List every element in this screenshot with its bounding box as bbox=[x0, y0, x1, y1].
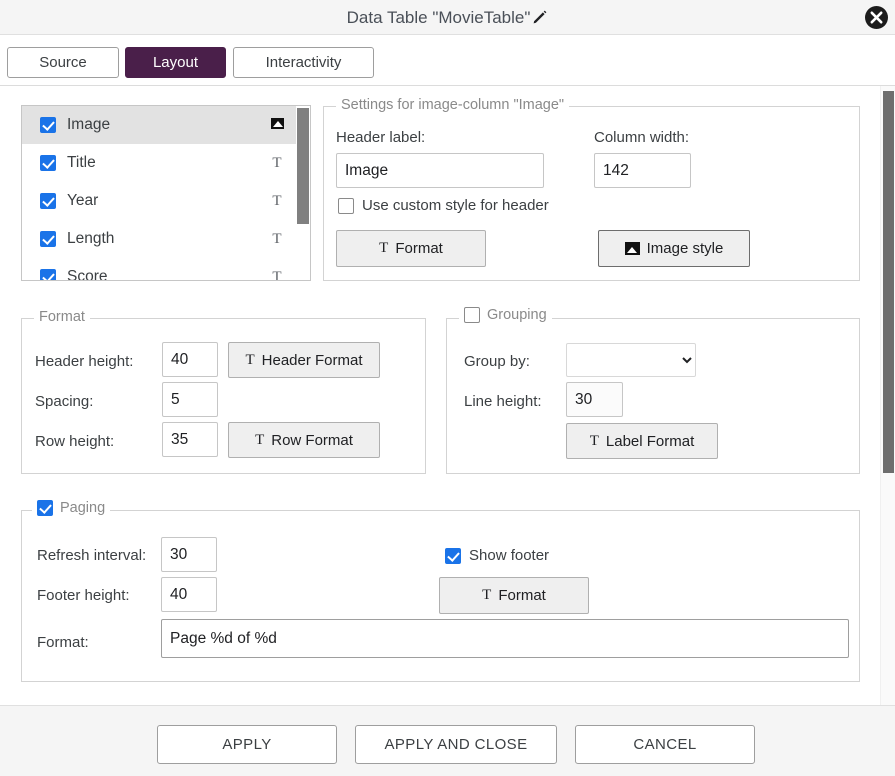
text-format-icon: T bbox=[255, 432, 264, 449]
column-list-item-score[interactable]: Score T bbox=[22, 258, 296, 281]
spacing-label: Spacing: bbox=[35, 393, 93, 410]
footer-format-button[interactable]: T Format bbox=[439, 577, 589, 614]
text-format-icon: T bbox=[482, 587, 491, 604]
dialog-body: Image Title T Year T Leng bbox=[0, 86, 895, 705]
image-style-button[interactable]: Image style bbox=[598, 230, 750, 267]
show-footer-checkbox[interactable] bbox=[445, 548, 461, 564]
column-width-label: Column width: bbox=[594, 129, 689, 146]
settings-panel-legend: Settings for image-column "Image" bbox=[336, 97, 569, 113]
column-visible-checkbox-length[interactable] bbox=[40, 231, 56, 247]
text-format-icon: T bbox=[590, 433, 599, 450]
image-icon bbox=[625, 242, 640, 255]
pencil-icon[interactable] bbox=[532, 2, 548, 37]
column-list-scrollbar-thumb[interactable] bbox=[297, 108, 309, 224]
column-label-length: Length bbox=[67, 230, 268, 248]
footer-height-input[interactable] bbox=[161, 577, 217, 612]
header-format-dialog-label: Header Format bbox=[262, 352, 363, 369]
header-height-label: Header height: bbox=[35, 353, 133, 370]
tab-interactivity[interactable]: Interactivity bbox=[233, 47, 374, 78]
line-height-label: Line height: bbox=[464, 393, 542, 410]
apply-and-close-button[interactable]: APPLY AND CLOSE bbox=[355, 725, 557, 764]
dialog-footer: APPLY APPLY AND CLOSE CANCEL bbox=[0, 705, 895, 776]
column-label-score: Score bbox=[67, 268, 268, 281]
use-custom-style-label: Use custom style for header bbox=[362, 197, 549, 214]
show-footer-label: Show footer bbox=[469, 547, 549, 564]
image-style-button-label: Image style bbox=[647, 240, 724, 257]
header-format-button-label: Format bbox=[395, 240, 443, 257]
paging-panel: Paging Refresh interval: Footer height: … bbox=[21, 510, 860, 682]
paging-panel-legend-label: Paging bbox=[60, 500, 105, 516]
grouping-enabled-checkbox[interactable] bbox=[464, 307, 480, 323]
text-icon: T bbox=[268, 193, 286, 210]
column-list-item-year[interactable]: Year T bbox=[22, 182, 296, 220]
settings-panel: Settings for image-column "Image" Header… bbox=[323, 106, 860, 281]
apply-button[interactable]: APPLY bbox=[157, 725, 337, 764]
column-list-item-length[interactable]: Length T bbox=[22, 220, 296, 258]
use-custom-style-checkbox-row[interactable]: Use custom style for header bbox=[338, 197, 549, 214]
grouping-panel: Grouping Group by: Line height: T Label … bbox=[446, 318, 860, 474]
tab-layout[interactable]: Layout bbox=[125, 47, 226, 78]
header-height-input[interactable] bbox=[162, 342, 218, 377]
column-list-inner: Image Title T Year T Leng bbox=[22, 106, 296, 281]
row-height-label: Row height: bbox=[35, 433, 114, 450]
close-icon[interactable] bbox=[863, 4, 890, 31]
image-icon bbox=[268, 117, 286, 134]
column-label-title: Title bbox=[67, 154, 268, 172]
column-label-year: Year bbox=[67, 192, 268, 210]
page-scrollbar-thumb[interactable] bbox=[883, 91, 894, 473]
row-format-button-label: Row Format bbox=[271, 432, 353, 449]
text-icon: T bbox=[268, 155, 286, 172]
show-footer-checkbox-row[interactable]: Show footer bbox=[445, 547, 549, 564]
row-format-button[interactable]: T Row Format bbox=[228, 422, 380, 458]
text-format-icon: T bbox=[245, 352, 254, 369]
format-panel: Format Header height: T Header Format Sp… bbox=[21, 318, 426, 474]
grouping-panel-legend-label: Grouping bbox=[487, 307, 547, 323]
group-by-label: Group by: bbox=[464, 353, 530, 370]
header-format-dialog-button[interactable]: T Header Format bbox=[228, 342, 380, 378]
use-custom-style-checkbox[interactable] bbox=[338, 198, 354, 214]
group-by-select[interactable] bbox=[566, 343, 696, 377]
header-label-label: Header label: bbox=[336, 129, 425, 146]
column-visible-checkbox-image[interactable] bbox=[40, 117, 56, 133]
label-format-button-label: Label Format bbox=[606, 433, 694, 450]
column-label-image: Image bbox=[67, 116, 268, 134]
grouping-panel-legend[interactable]: Grouping bbox=[459, 307, 552, 323]
header-label-input[interactable] bbox=[336, 153, 544, 188]
column-visible-checkbox-year[interactable] bbox=[40, 193, 56, 209]
column-list-item-image[interactable]: Image bbox=[22, 106, 296, 144]
title-bar: Data Table "MovieTable" bbox=[0, 0, 895, 35]
column-list[interactable]: Image Title T Year T Leng bbox=[21, 105, 311, 281]
header-format-button[interactable]: T Format bbox=[336, 230, 486, 267]
text-icon: T bbox=[268, 269, 286, 282]
tab-source[interactable]: Source bbox=[7, 47, 119, 78]
column-list-item-title[interactable]: Title T bbox=[22, 144, 296, 182]
paging-format-input[interactable] bbox=[161, 619, 849, 658]
title-text: Data Table "MovieTable" bbox=[347, 8, 531, 27]
footer-height-label: Footer height: bbox=[37, 587, 130, 604]
row-height-input[interactable] bbox=[162, 422, 218, 457]
label-format-button[interactable]: T Label Format bbox=[566, 423, 718, 459]
dialog-root: Data Table "MovieTable" Source Layout In… bbox=[0, 0, 895, 776]
line-height-input[interactable] bbox=[566, 382, 623, 417]
format-panel-legend: Format bbox=[34, 309, 90, 325]
footer-format-button-label: Format bbox=[498, 587, 546, 604]
spacing-input[interactable] bbox=[162, 382, 218, 417]
column-visible-checkbox-score[interactable] bbox=[40, 269, 56, 281]
column-list-scrollbar[interactable] bbox=[296, 106, 310, 280]
refresh-interval-label: Refresh interval: bbox=[37, 547, 146, 564]
text-format-icon: T bbox=[379, 240, 388, 257]
page-title: Data Table "MovieTable" bbox=[0, 0, 895, 35]
paging-panel-legend[interactable]: Paging bbox=[32, 500, 110, 516]
text-icon: T bbox=[268, 231, 286, 248]
refresh-interval-input[interactable] bbox=[161, 537, 217, 572]
tab-strip: Source Layout Interactivity bbox=[0, 35, 895, 86]
page-scrollbar[interactable] bbox=[880, 86, 895, 705]
column-visible-checkbox-title[interactable] bbox=[40, 155, 56, 171]
column-width-input[interactable] bbox=[594, 153, 691, 188]
paging-format-label: Format: bbox=[37, 634, 89, 651]
paging-enabled-checkbox[interactable] bbox=[37, 500, 53, 516]
cancel-button[interactable]: CANCEL bbox=[575, 725, 755, 764]
